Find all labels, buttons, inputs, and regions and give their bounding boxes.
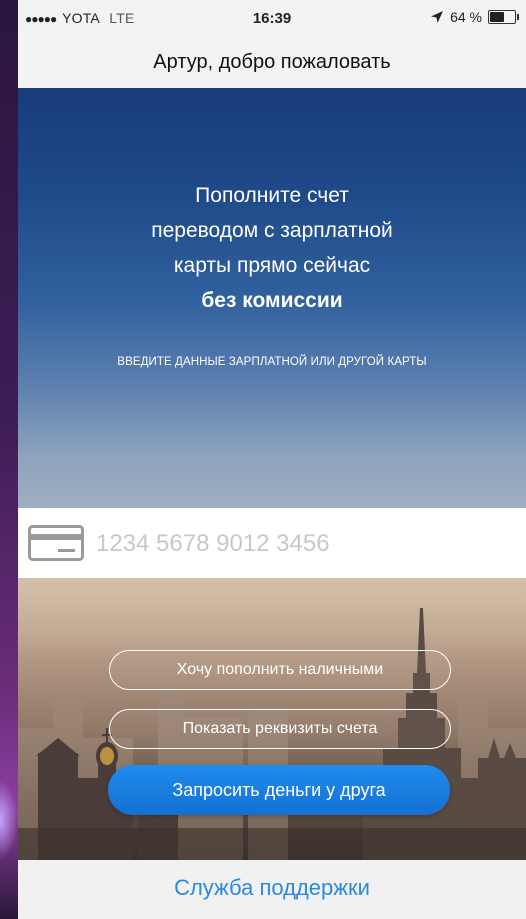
show-account-details-button[interactable]: Показать реквизиты счета	[109, 709, 451, 749]
promo-line-2: переводом с зарплатной	[151, 219, 393, 242]
promo-banner: Пополните счет переводом с зарплатной ка…	[18, 88, 526, 508]
status-bar: ●●●●● YOTA LTE 16:39 64 %	[18, 0, 526, 38]
card-number-row	[18, 508, 526, 578]
request-money-button[interactable]: Запросить деньги у друга	[108, 765, 450, 815]
promo-line-3: карты прямо сейчас	[173, 254, 371, 277]
promo-line-1: Пополните счет	[195, 184, 349, 207]
promo-text: Пополните счет переводом с зарплатной ка…	[18, 178, 526, 318]
city-background: Хочу пополнить наличными Показать реквиз…	[18, 578, 526, 860]
status-right: 64 %	[430, 9, 519, 25]
battery-fill	[490, 12, 504, 22]
app-screen: ●●●●● YOTA LTE 16:39 64 % Артур, добро п…	[18, 0, 526, 919]
card-instructions: ВВЕДИТЕ ДАННЫЕ ЗАРПЛАТНОЙ ИЛИ ДРУГОЙ КАР…	[117, 356, 427, 368]
welcome-title: Артур, добро пожаловать	[153, 51, 391, 73]
background-glow	[0, 780, 18, 860]
top-up-cash-button[interactable]: Хочу пополнить наличными	[109, 650, 451, 690]
location-arrow-icon	[431, 11, 444, 23]
card-number-input[interactable]	[94, 523, 498, 565]
battery-icon	[488, 10, 519, 24]
promo-highlight: без комиссии	[201, 289, 343, 312]
support-bar: Служба поддержки	[18, 860, 526, 919]
credit-card-icon	[28, 525, 84, 561]
battery-percent: 64 %	[450, 9, 482, 25]
nav-header: Артур, добро пожаловать	[18, 38, 526, 89]
support-link[interactable]: Служба поддержки	[18, 875, 526, 901]
